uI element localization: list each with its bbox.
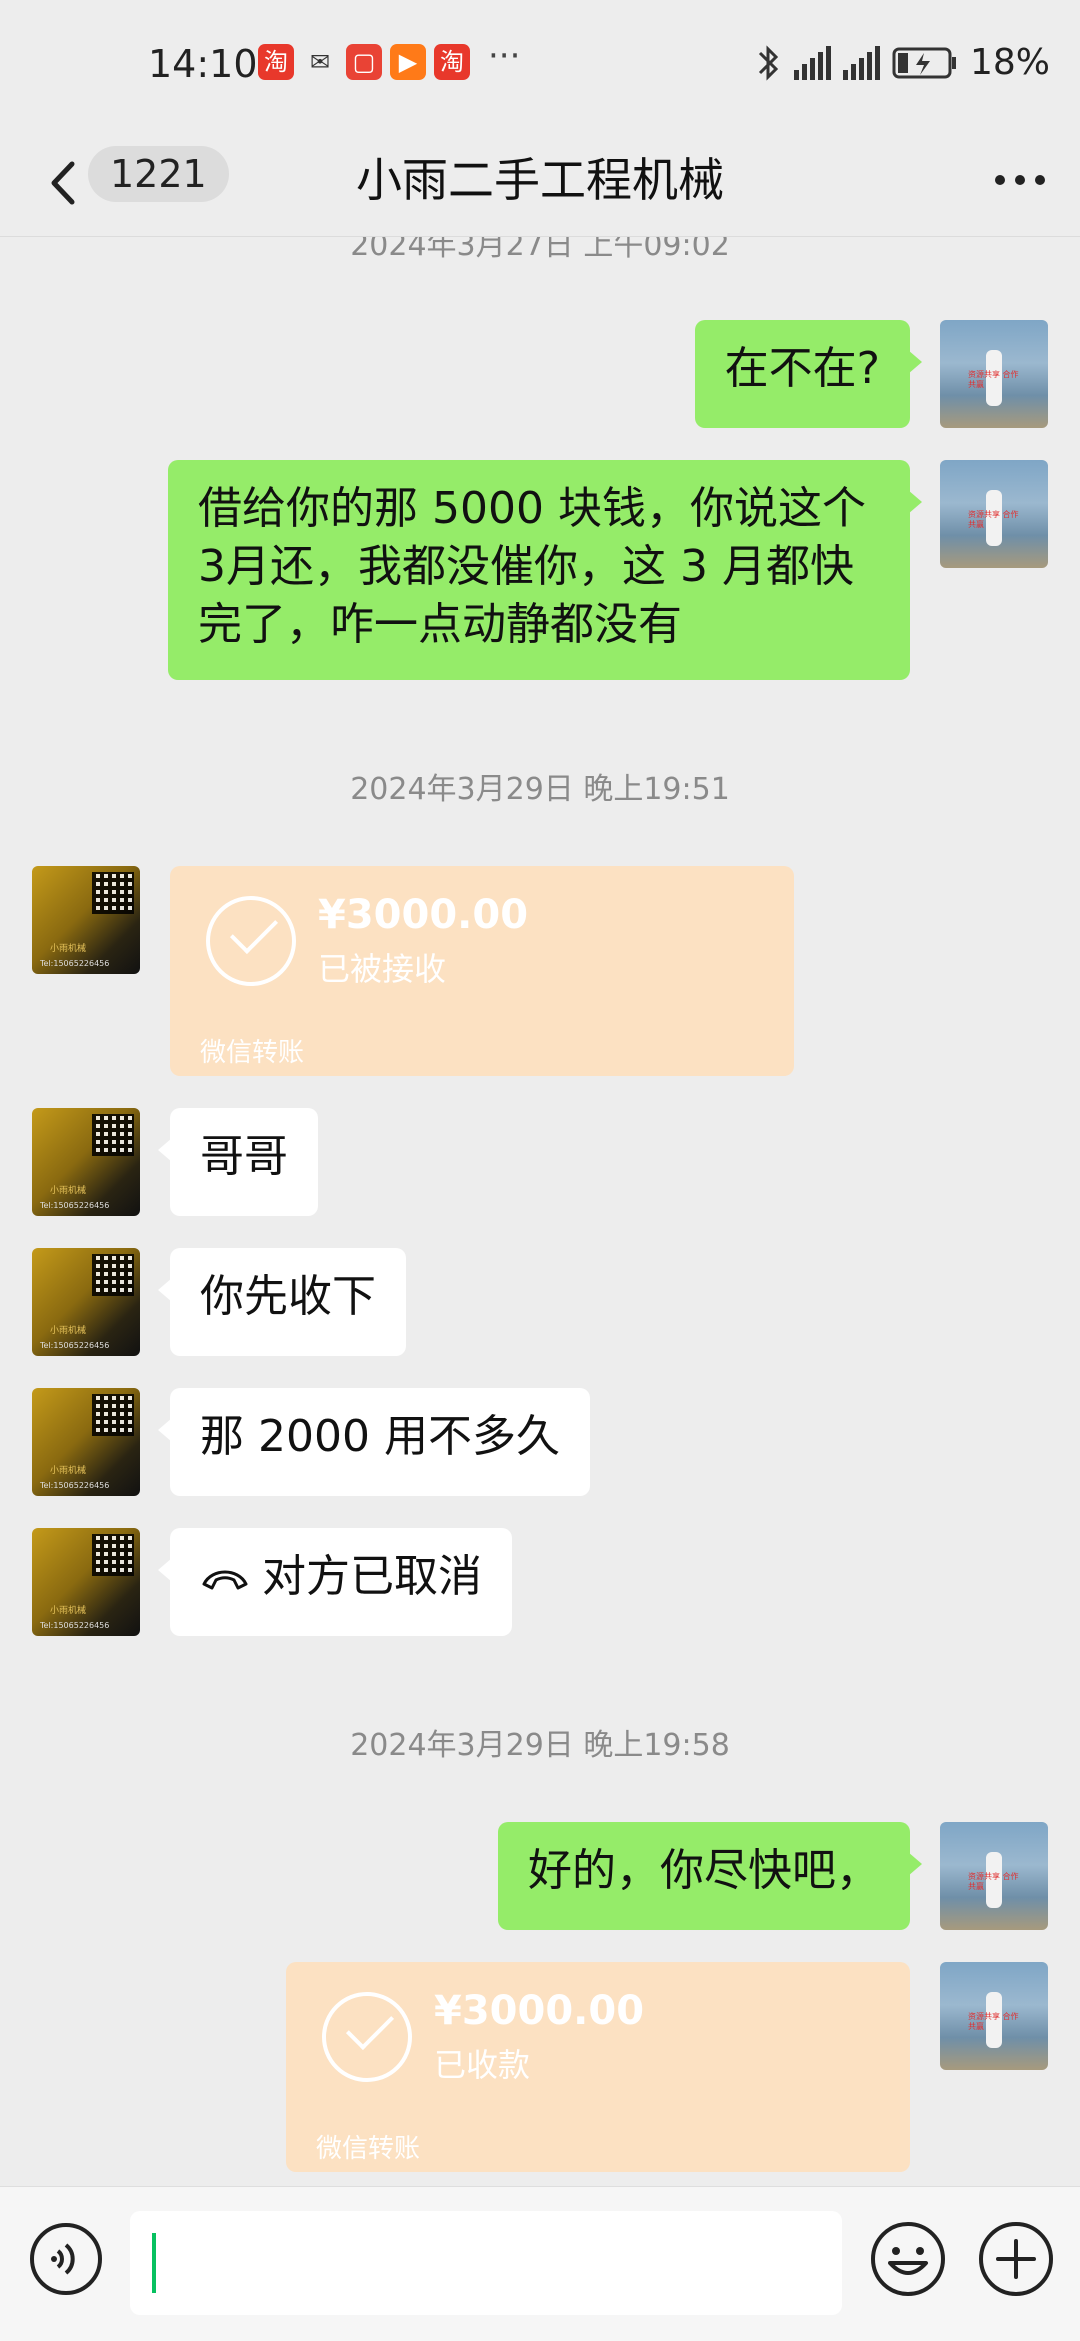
transfer-card[interactable]: ¥3000.00 已被接收 微信转账: [170, 866, 794, 1076]
contact-avatar[interactable]: 小雨机械 Tel:15065226456: [32, 1108, 140, 1216]
status-bar: 14:10 淘 ✉ ▢ ▶ 淘 ··· 18%: [0, 0, 1080, 130]
transfer-status: 已收款: [434, 2046, 531, 2084]
input-bar: [0, 2186, 1080, 2341]
contact-avatar[interactable]: 小雨机械 Tel:15065226456: [32, 1248, 140, 1356]
message-input[interactable]: [130, 2211, 842, 2315]
self-avatar[interactable]: 资源共享 合作共赢: [940, 320, 1048, 428]
huawei-store-icon: ▢: [346, 44, 382, 80]
text-caret: [152, 2233, 156, 2293]
transfer-amount: ¥3000.00: [318, 892, 529, 938]
message-bubble[interactable]: 借给你的那 5000 块钱，你说这个3月还，我都没催你，这 3 月都快完了，咋一…: [168, 460, 922, 680]
check-icon: [206, 896, 296, 986]
timestamp: 2024年3月27日 上午09:02: [350, 236, 730, 263]
self-avatar[interactable]: 资源共享 合作共赢: [940, 460, 1048, 568]
chat-header: 1221 小雨二手工程机械: [0, 130, 1080, 237]
transfer-status: 已被接收: [318, 950, 447, 988]
bluetooth-icon: [758, 44, 779, 81]
check-icon: [322, 1992, 412, 2082]
more-notifications-icon: ···: [488, 36, 521, 76]
more-functions-plus-icon[interactable]: [976, 2219, 1056, 2299]
chat-title: 小雨二手工程机械: [356, 153, 724, 207]
taobao-icon: 淘: [258, 44, 294, 80]
video-icon: ▶: [390, 44, 426, 80]
message-bubble[interactable]: 你先收下: [158, 1248, 406, 1356]
status-time: 14:10: [148, 42, 258, 86]
signal-icon: [793, 45, 831, 80]
call-record-bubble[interactable]: 对方已取消: [158, 1528, 512, 1636]
contact-avatar[interactable]: 小雨机械 Tel:15065226456: [32, 866, 140, 974]
transfer-source: 微信转账: [200, 1038, 305, 1068]
message-bubble[interactable]: 在不在?: [694, 320, 923, 428]
wechat-icon: ✉: [309, 48, 331, 76]
status-indicators: 18%: [754, 42, 1050, 83]
self-avatar[interactable]: 资源共享 合作共赢: [940, 1962, 1048, 2070]
call-status-text: 对方已取消: [262, 1551, 482, 1602]
taobao-icon: 淘: [434, 44, 470, 80]
transfer-amount: ¥3000.00: [434, 1988, 645, 2034]
contact-avatar[interactable]: 小雨机械 Tel:15065226456: [32, 1388, 140, 1496]
signal-icon: [842, 45, 880, 80]
self-avatar[interactable]: 资源共享 合作共赢: [940, 1822, 1048, 1930]
transfer-source: 微信转账: [316, 2134, 421, 2164]
message-list[interactable]: 2024年3月27日 上午09:02 资源共享 合作共赢 在不在? 资源共享 合…: [0, 236, 1080, 2186]
message-bubble[interactable]: 好的，你尽快吧，: [498, 1822, 922, 1930]
timestamp: 2024年3月29日 晚上19:51: [350, 772, 730, 807]
emoji-icon[interactable]: [868, 2219, 948, 2299]
phone-hangup-icon: [202, 1570, 248, 1590]
battery-percent: 18%: [969, 42, 1050, 83]
battery-icon: [892, 47, 956, 78]
timestamp: 2024年3月29日 晚上19:58: [350, 1728, 730, 1763]
transfer-card[interactable]: ¥3000.00 已收款 微信转账: [286, 1962, 910, 2172]
voice-input-icon[interactable]: [28, 2221, 104, 2297]
more-options-icon[interactable]: [990, 160, 1050, 200]
message-bubble[interactable]: 哥哥: [158, 1108, 318, 1216]
contact-avatar[interactable]: 小雨机械 Tel:15065226456: [32, 1528, 140, 1636]
message-bubble[interactable]: 那 2000 用不多久: [158, 1388, 590, 1496]
